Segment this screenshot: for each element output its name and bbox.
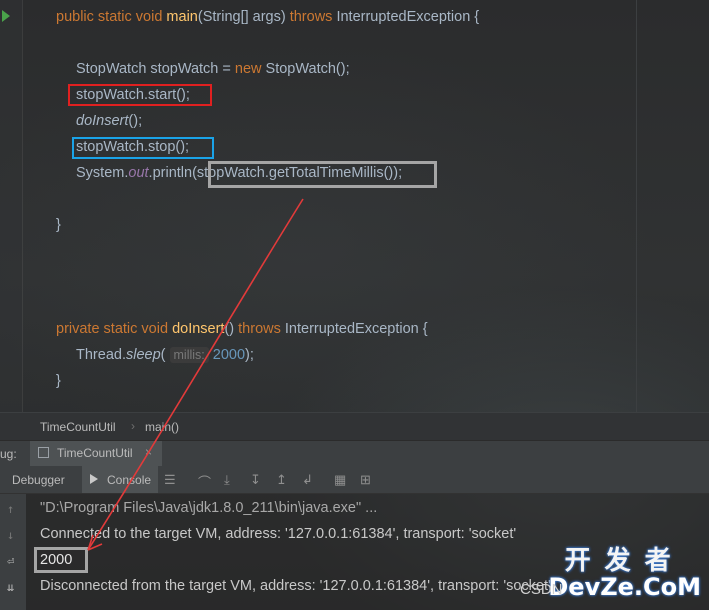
arrow-line <box>87 198 304 551</box>
csdn-watermark: CSDN <box>520 581 563 598</box>
site-watermark: 开发者 DevZe.CoM <box>548 546 701 601</box>
annotation-arrow <box>87 198 304 551</box>
